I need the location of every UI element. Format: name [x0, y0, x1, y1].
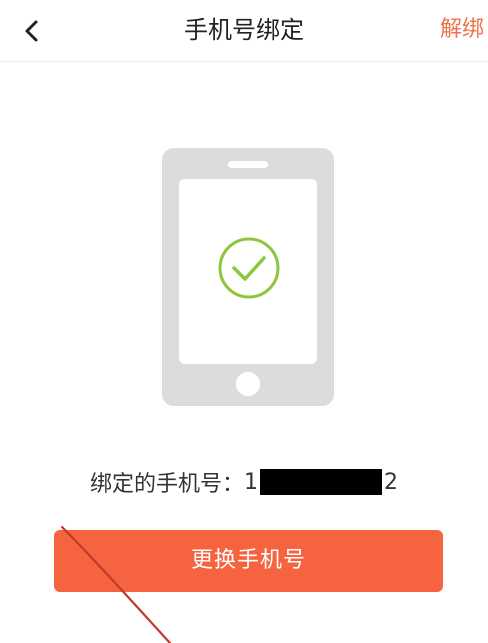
phone-speaker — [228, 161, 268, 168]
chevron-left-icon — [25, 20, 38, 42]
phone-screen — [179, 179, 317, 364]
unbind-button[interactable]: 解绑 — [440, 0, 484, 60]
change-phone-button[interactable]: 更换手机号 — [54, 530, 443, 592]
phone-check-icon — [162, 148, 334, 406]
back-button[interactable] — [14, 13, 50, 49]
phone-home-button — [236, 372, 260, 396]
bound-phone-label: 绑定的手机号： — [89, 472, 244, 497]
phone-number-prefix: 1 — [244, 469, 258, 495]
redacted-block — [260, 469, 382, 495]
phone-number-suffix: 2 — [384, 469, 398, 495]
page-title: 手机号绑定 — [184, 16, 304, 44]
bound-phone-number: 绑定的手机号： 1 2 — [0, 462, 488, 502]
navigation-bar: 手机号绑定 解绑 — [0, 0, 488, 62]
